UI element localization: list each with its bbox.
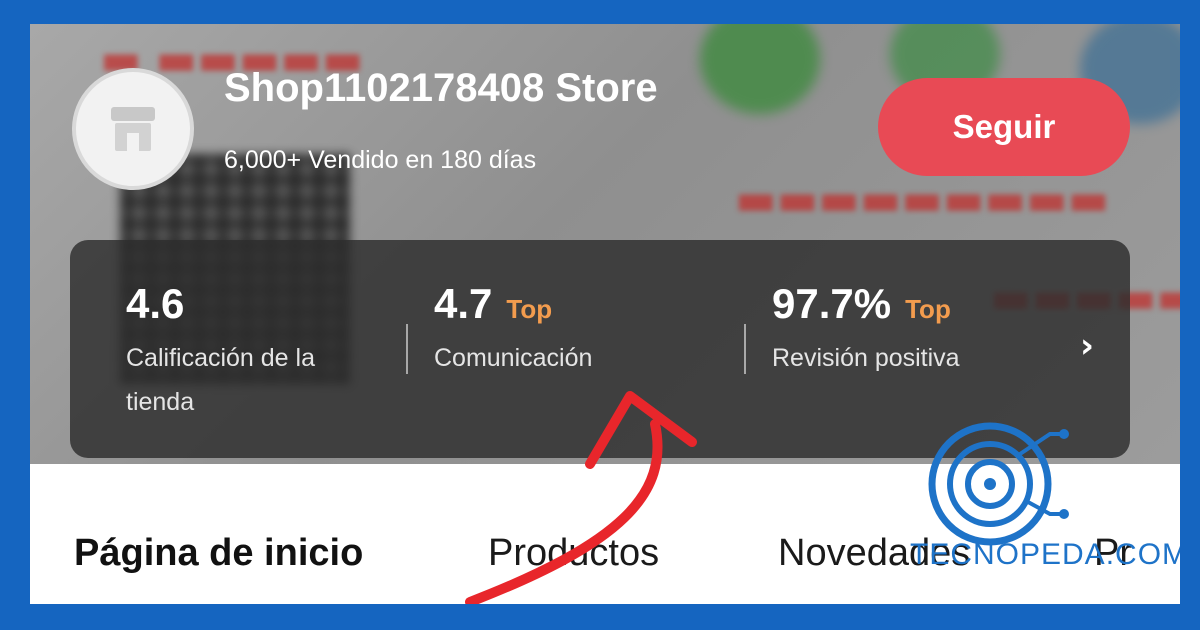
- watermark-text: TECNOPEDA.COM: [910, 538, 1180, 571]
- screenshot-frame: ▬ ▬▬▬▬▬ ▬▬▬▬▬▬▬▬▬ ▬▬▬▬▬ Shop1102178408 S…: [30, 24, 1180, 604]
